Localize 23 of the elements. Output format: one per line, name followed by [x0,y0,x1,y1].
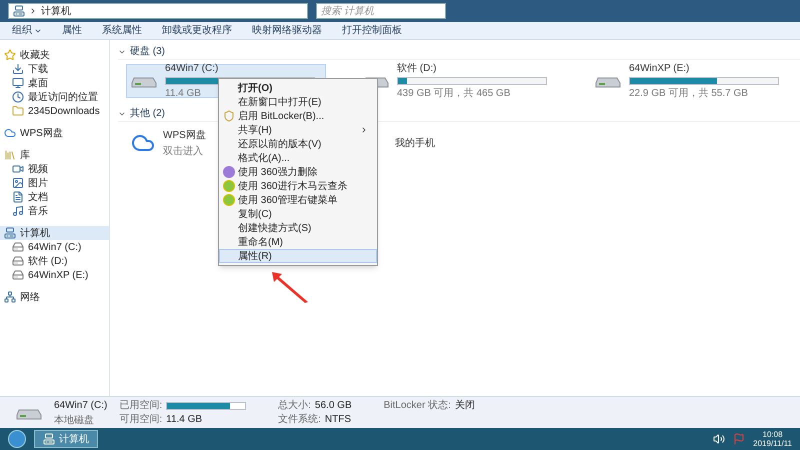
item-name: 64WinXP (E:) [629,62,690,76]
item-info: 439 GB 可用，共 465 GB [397,86,510,101]
item-name: 我的手机 [395,136,435,150]
section-title: 硬盘 (3) [130,45,165,59]
section-title: 其他 (2) [130,106,165,121]
item-name: WPS网盘 [163,128,206,142]
field-label: 文件系统: [278,412,321,427]
item-name: 64Win7 (C:) [165,62,218,76]
item-info: 双击进入 [163,144,203,158]
field-label: 已用空间: [119,398,162,413]
details-name: 64Win7 (C:) [54,398,108,412]
field-label: 可用空间: [119,412,162,427]
field-value: 关闭 [454,398,475,413]
item-name: 软件 (D:) [397,62,436,76]
field-value: NTFS [324,413,352,427]
field-label: 总大小: [278,398,311,413]
item-info: 22.9 GB 可用，共 55.7 GB [629,86,748,101]
details-type: 本地磁盘 [54,414,95,428]
address-path: 计算机 [41,4,71,18]
field-value: 56.0 GB [314,399,352,413]
field-value: 11.4 GB [166,413,202,427]
field-label: BitLocker 状态: [384,398,451,413]
item-info: 11.4 GB [165,87,201,101]
